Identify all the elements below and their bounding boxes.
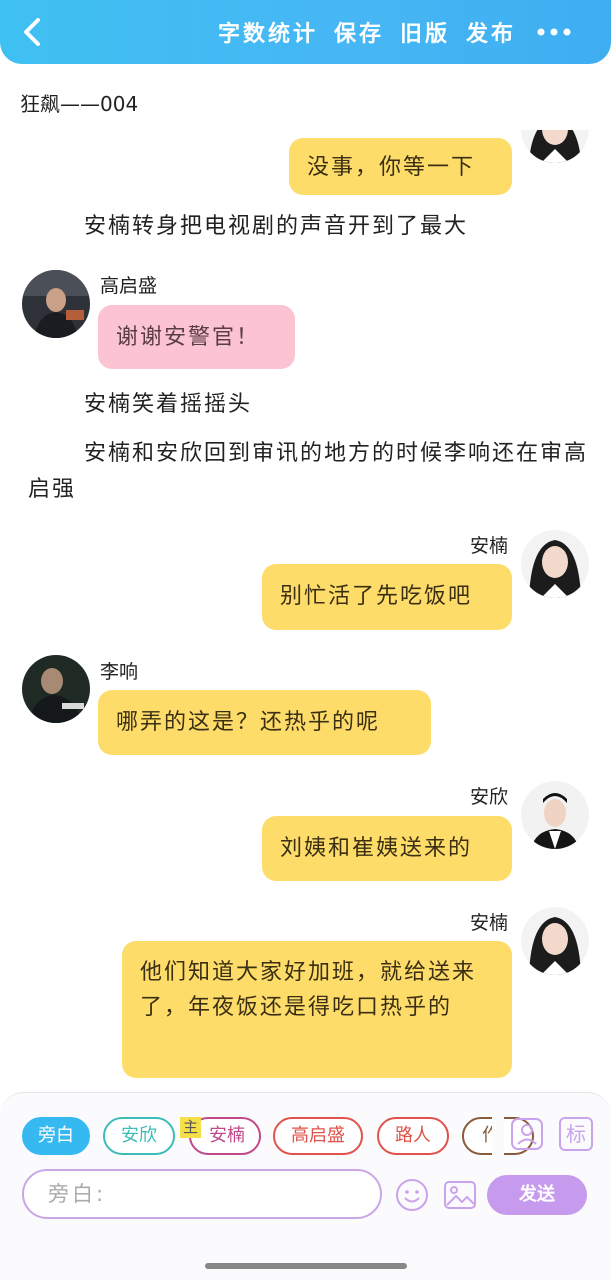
main-role-tag: 主 xyxy=(180,1117,201,1138)
smile-icon[interactable] xyxy=(394,1177,430,1213)
message-bubble[interactable]: 没事，你等一下 xyxy=(289,138,512,195)
avatar-an-nan[interactable] xyxy=(521,530,589,598)
publish-button[interactable]: 发布 xyxy=(466,16,516,48)
message-input[interactable]: 旁白: xyxy=(22,1169,382,1219)
chips-scroll-edge xyxy=(492,1110,504,1162)
role-chip-gao-qisheng[interactable]: 高启盛 xyxy=(273,1117,363,1155)
more-icon[interactable] xyxy=(536,22,572,42)
avatar-gao-qisheng[interactable] xyxy=(22,270,90,338)
home-indicator xyxy=(205,1263,407,1269)
role-chip-an-xin[interactable]: 安欣 xyxy=(103,1117,175,1155)
speaker-name: 安欣 xyxy=(470,786,509,808)
speaker-name: 高启盛 xyxy=(100,275,158,297)
tag-button[interactable]: 标 xyxy=(559,1117,593,1151)
avatar-an-nan[interactable] xyxy=(521,130,589,163)
word-count-button[interactable]: 字数统计 xyxy=(218,16,318,48)
avatar-an-xin[interactable] xyxy=(521,781,589,849)
avatar-li-xiang[interactable] xyxy=(22,655,90,723)
message-bubble[interactable]: 刘姨和崔姨送来的 xyxy=(262,816,512,881)
back-arrow-icon[interactable] xyxy=(18,14,48,50)
message-bubble[interactable]: 谢谢安警官！ xyxy=(98,305,295,369)
message-bubble[interactable]: 哪弄的这是？还热乎的呢 xyxy=(98,690,431,755)
image-icon[interactable] xyxy=(442,1177,478,1213)
save-button[interactable]: 保存 xyxy=(334,16,384,48)
chat-area[interactable]: 没事，你等一下 安楠转身把电视剧的声音开到了最大 高启盛 谢谢安警官！ 安楠笑着… xyxy=(0,130,611,1090)
narration-text[interactable]: 安楠和安欣回到审讯的地方的时候李响还在审高启强 xyxy=(28,436,588,508)
message-bubble[interactable]: 别忙活了先吃饭吧 xyxy=(262,564,512,630)
role-chip-narration[interactable]: 旁白 xyxy=(22,1117,90,1155)
speaker-name: 安楠 xyxy=(470,535,509,557)
old-version-button[interactable]: 旧版 xyxy=(400,16,450,48)
narration-text[interactable]: 安楠转身把电视剧的声音开到了最大 xyxy=(84,210,468,244)
top-toolbar: 字数统计 保存 旧版 发布 xyxy=(0,0,611,64)
role-chip-passerby[interactable]: 路人 xyxy=(377,1117,449,1155)
speaker-name: 安楠 xyxy=(470,912,509,934)
speaker-name: 李响 xyxy=(100,661,139,683)
document-title: 狂飙——004 xyxy=(20,92,139,116)
message-bubble[interactable]: 他们知道大家好加班，就给送来了，年夜饭还是得吃口热乎的 xyxy=(122,941,512,1078)
narration-text[interactable]: 安楠笑着摇摇头 xyxy=(84,388,252,422)
user-card-icon[interactable] xyxy=(510,1117,544,1151)
avatar-an-nan[interactable] xyxy=(521,907,589,975)
send-button[interactable]: 发送 xyxy=(487,1175,587,1215)
